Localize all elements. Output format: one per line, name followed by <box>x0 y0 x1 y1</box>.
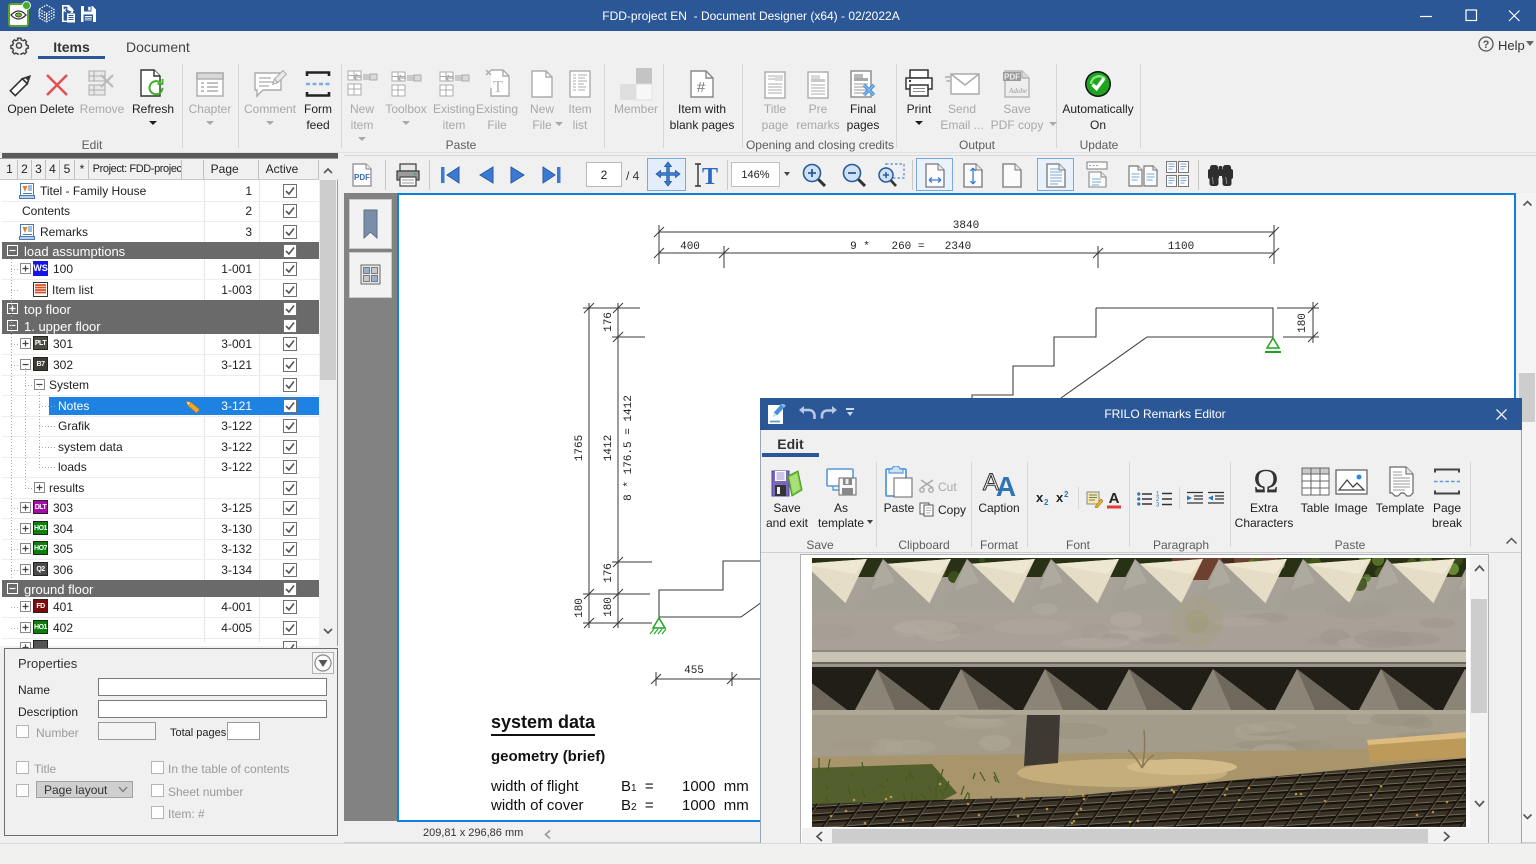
svg-text:3: 3 <box>1156 503 1160 508</box>
svg-text:2: 2 <box>1044 498 1049 506</box>
svg-text:1412: 1412 <box>603 435 615 461</box>
svg-text:T: T <box>702 164 718 188</box>
svg-text:176: 176 <box>603 312 615 332</box>
svg-text:PDF: PDF <box>354 173 370 182</box>
svg-text:180: 180 <box>603 597 615 617</box>
svg-text:#: # <box>697 79 706 96</box>
svg-text:PDF: PDF <box>1004 73 1020 82</box>
svg-text:x: x <box>1056 490 1064 505</box>
svg-text:2: 2 <box>1064 490 1069 499</box>
svg-text:2340: 2340 <box>945 241 971 253</box>
svg-text:180: 180 <box>1297 313 1309 333</box>
svg-text:8 * 176.5 = 1412: 8 * 176.5 = 1412 <box>623 395 635 501</box>
svg-text:?: ? <box>1483 39 1490 51</box>
svg-text:400: 400 <box>680 241 700 253</box>
svg-text:1100: 1100 <box>1168 241 1194 253</box>
svg-text:176: 176 <box>603 563 615 583</box>
svg-text:Adobe: Adobe <box>1008 87 1027 95</box>
svg-text:x: x <box>1036 492 1044 505</box>
svg-text:A: A <box>996 471 1016 498</box>
svg-text:A: A <box>1109 490 1120 507</box>
svg-text:1765: 1765 <box>574 435 586 461</box>
svg-text:260 =: 260 = <box>891 241 924 253</box>
svg-text:455: 455 <box>684 665 704 677</box>
svg-text:9 *: 9 * <box>850 241 870 253</box>
svg-text:T: T <box>493 77 504 96</box>
svg-text:180: 180 <box>574 598 586 618</box>
svg-text:3840: 3840 <box>953 220 979 232</box>
svg-text:Ω: Ω <box>1253 464 1278 498</box>
